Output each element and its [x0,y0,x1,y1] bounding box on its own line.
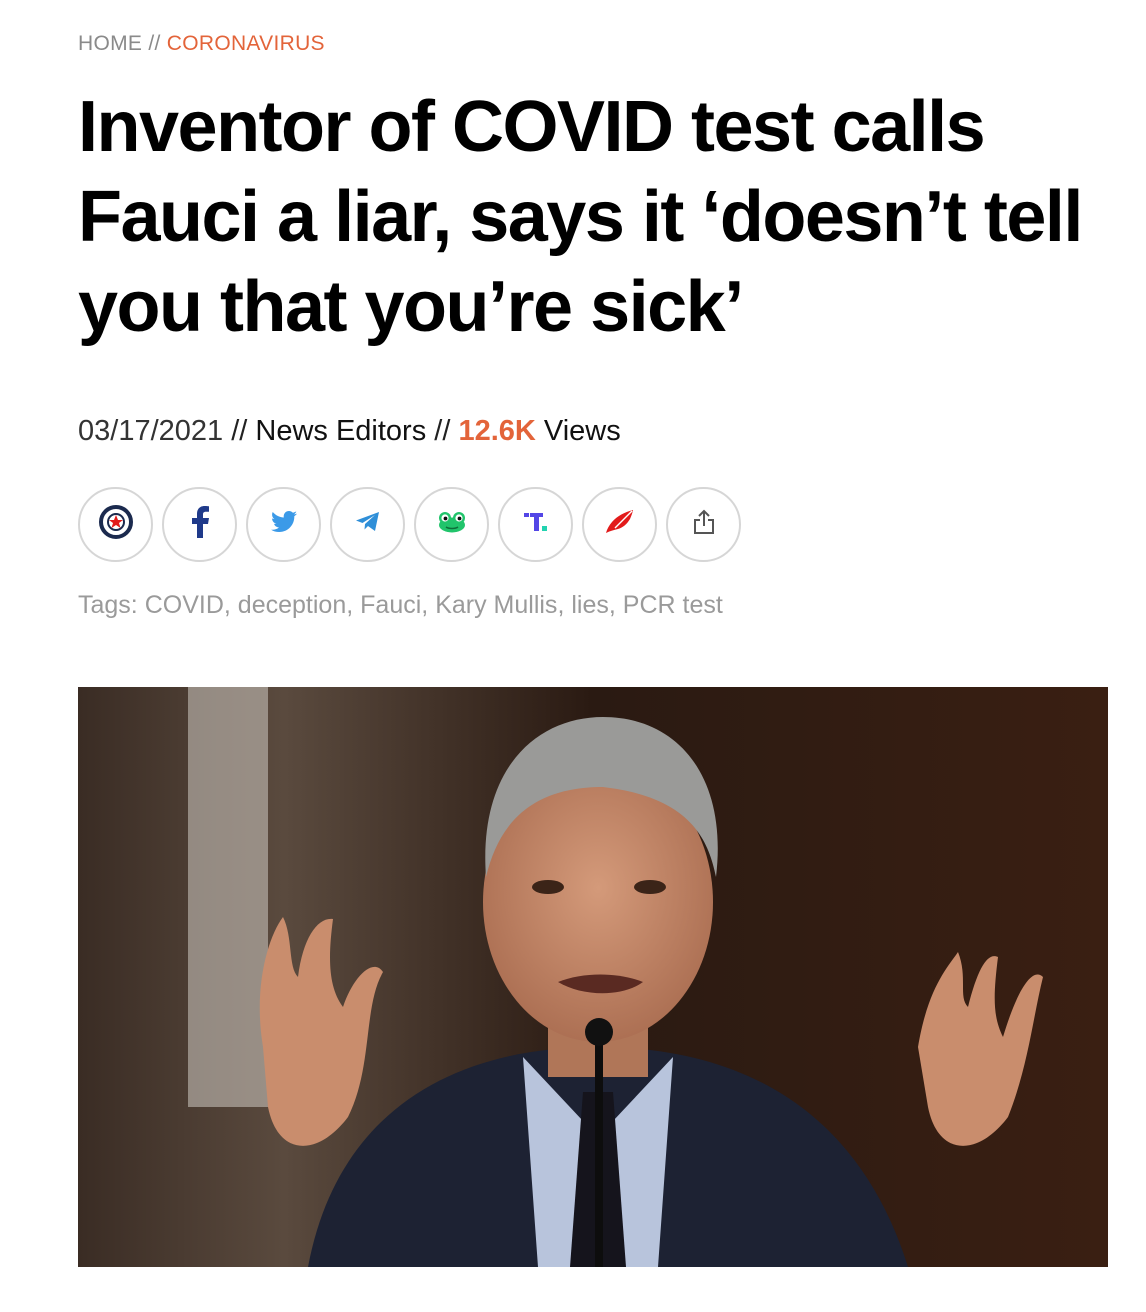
views-label: Views [535,415,621,447]
breadcrumb-separator: // [142,32,167,55]
share-button-twitter[interactable] [246,487,321,562]
article-tags: Tags: COVID, deception, Fauci, Kary Mull… [78,591,723,619]
share-button-gab[interactable] [414,487,489,562]
hero-photo-illustration [78,687,1108,1267]
truth-social-icon [523,511,549,538]
tag-link[interactable]: PCR test [623,591,723,619]
share-button-generic[interactable] [666,487,741,562]
article-date: 03/17/2021 [78,415,224,447]
article-hero-image [78,687,1108,1267]
tag-link[interactable]: COVID [145,591,224,619]
tag-link[interactable]: Fauci [360,591,421,619]
breadcrumb: HOME // CORONAVIRUS [78,32,325,56]
twitter-icon [270,511,297,538]
tags-label: Tags: [78,591,145,619]
article-title: Inventor of COVID test calls Fauci a lia… [78,87,1083,347]
views-count: 12.6K [458,415,536,447]
tag-link[interactable]: lies [571,591,609,619]
circle-star-icon [98,504,134,545]
meta-separator: // [223,415,256,447]
telegram-icon [355,511,381,538]
gettr-icon [605,509,635,540]
facebook-icon [190,506,210,543]
breadcrumb-home-link[interactable]: HOME [78,32,142,55]
tag-link[interactable]: Kary Mullis [435,591,557,619]
tag-link[interactable]: deception [238,591,346,619]
share-button-facebook[interactable] [162,487,237,562]
share-button-circle-star[interactable] [78,487,153,562]
share-button-gettr[interactable] [582,487,657,562]
article-author[interactable]: News Editors [255,415,426,447]
share-icon [692,509,716,540]
share-buttons [78,487,741,562]
gab-frog-icon [437,511,467,538]
share-button-truth-social[interactable] [498,487,573,562]
meta-separator: // [426,415,459,447]
breadcrumb-category-link[interactable]: CORONAVIRUS [167,32,325,55]
article-meta: 03/17/2021 // News Editors // 12.6K View… [78,415,621,448]
share-button-telegram[interactable] [330,487,405,562]
